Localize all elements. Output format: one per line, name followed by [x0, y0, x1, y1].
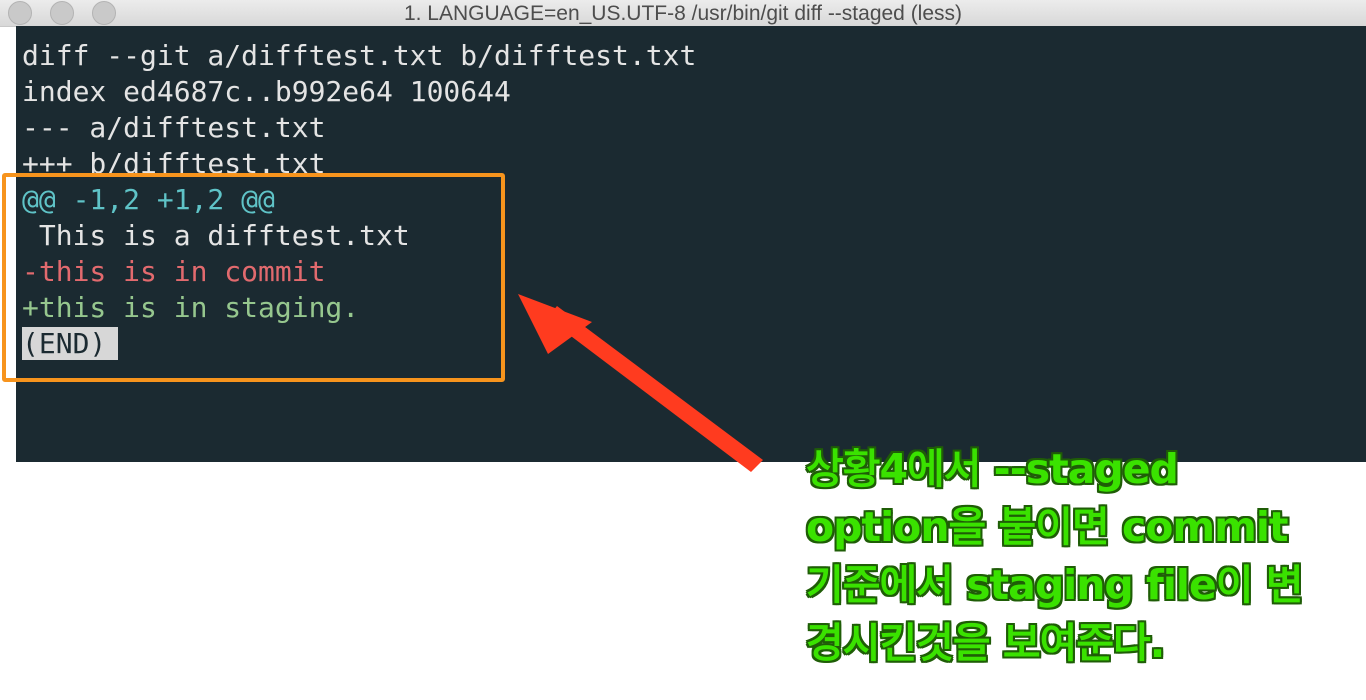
caption-line: option을 붙이면 commit: [806, 503, 1289, 551]
caption-line: 기준에서 staging file이 변: [806, 561, 1304, 609]
old-file-line: --- a/difftest.txt: [22, 111, 326, 144]
title-bar[interactable]: 1. LANGUAGE=en_US.UTF-8 /usr/bin/git dif…: [0, 0, 1366, 27]
diff-header-line: diff --git a/difftest.txt b/difftest.txt: [22, 39, 697, 72]
highlight-box: [2, 173, 505, 382]
annotation-caption: 상황4에서 --staged option을 붙이면 commit 기준에서 s…: [806, 440, 1346, 672]
caption-line: 경시킨것을 보여준다.: [806, 619, 1165, 667]
index-line: index ed4687c..b992e64 100644: [22, 75, 511, 108]
window-title: 1. LANGUAGE=en_US.UTF-8 /usr/bin/git dif…: [403, 2, 963, 25]
caption-line: 상황4에서 --staged: [806, 445, 1179, 493]
